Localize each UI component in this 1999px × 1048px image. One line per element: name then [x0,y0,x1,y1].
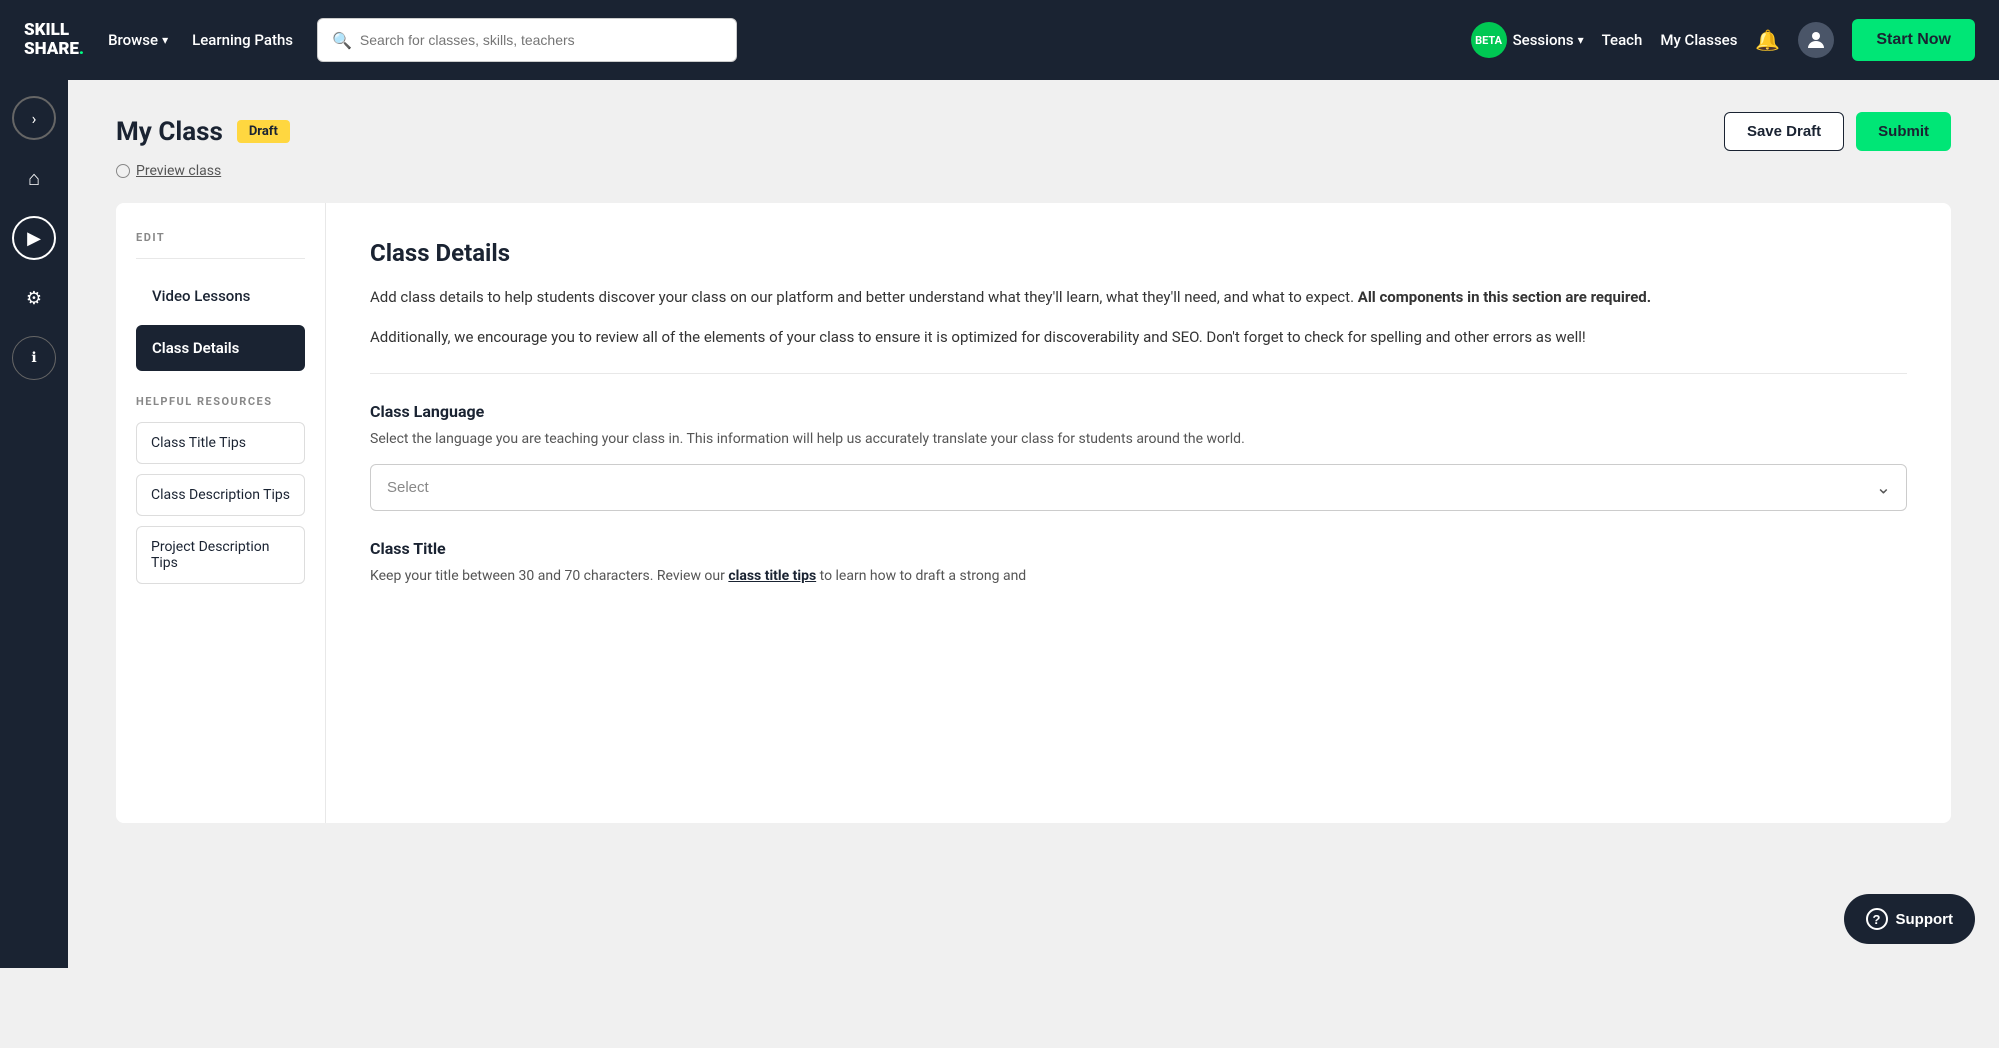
save-draft-button[interactable]: Save Draft [1724,112,1844,151]
title-field-desc: Keep your title between 30 and 70 charac… [370,566,1907,587]
project-description-tips-item[interactable]: Project Description Tips [136,526,305,584]
notification-bell-icon[interactable]: 🔔 [1755,28,1780,52]
main-content: My Class Draft Save Draft Submit Preview… [68,80,1999,968]
language-field-desc: Select the language you are teaching you… [370,429,1907,450]
sidebar-expand-icon[interactable]: › [12,96,56,140]
section-title: Class Details [370,239,1907,267]
class-language-field: Class Language Select the language you a… [370,402,1907,511]
submit-button[interactable]: Submit [1856,112,1951,151]
sidebar-home-icon[interactable]: ⌂ [12,156,56,200]
top-nav: SKILL SHaRe. Browse ▾ Learning Paths 🔍 B… [0,0,1999,80]
class-description-tips-item[interactable]: Class Description Tips [136,474,305,516]
title-field-label: Class Title [370,539,1907,558]
left-sidebar: › ⌂ ▶ ⚙ ℹ [0,80,68,968]
page-header: My Class Draft Save Draft Submit [116,112,1951,151]
logo-line1: SKILL [24,21,84,40]
language-field-label: Class Language [370,402,1907,421]
search-input[interactable] [360,32,722,48]
class-details-nav-item[interactable]: Class Details [136,325,305,371]
content-area: EDIT Video Lessons Class Details HELPFUL… [116,203,1951,823]
sidebar-settings-icon[interactable]: ⚙ [12,276,56,320]
section-description-2: Additionally, we encourage you to review… [370,325,1907,349]
edit-label: EDIT [136,231,305,244]
right-panel: Class Details Add class details to help … [326,203,1951,823]
language-select[interactable]: Select English Spanish French German [370,464,1907,511]
class-title-tips-item[interactable]: Class Title Tips [136,422,305,464]
sidebar-play-icon[interactable]: ▶ [12,216,56,260]
section-divider [370,373,1907,374]
edit-divider [136,258,305,259]
class-title-tips-link[interactable]: class title tips [728,568,816,584]
support-button[interactable]: ? Support [1844,894,1976,944]
section-description: Add class details to help students disco… [370,285,1907,309]
logo-line2: SHaRe. [24,40,84,59]
draft-badge: Draft [237,120,290,143]
sidebar-info-icon[interactable]: ℹ [12,336,56,380]
chevron-down-icon: ▾ [1578,33,1584,47]
sessions-group[interactable]: BETA Sessions ▾ [1471,22,1584,58]
nav-right: BETA Sessions ▾ Teach My Classes 🔔 Start… [1471,19,1975,61]
helpful-resources-label: HELPFUL RESOURCES [136,395,305,408]
chevron-down-icon: ▾ [162,33,168,47]
browse-nav[interactable]: Browse ▾ [108,31,168,49]
language-select-wrapper: Select English Spanish French German ⌄ [370,464,1907,511]
my-classes-nav[interactable]: My Classes [1660,31,1737,49]
support-icon: ? [1866,908,1888,930]
page-title-row: My Class Draft [116,117,290,147]
beta-badge: BETA [1471,22,1507,58]
support-label: Support [1896,911,1954,928]
preview-link-text: Preview class [136,163,221,179]
class-title-field: Class Title Keep your title between 30 a… [370,539,1907,587]
sessions-btn[interactable]: Sessions ▾ [1513,31,1584,49]
preview-circle-icon [116,164,130,178]
teach-nav[interactable]: Teach [1602,31,1643,49]
preview-class-link[interactable]: Preview class [116,163,1951,179]
left-panel: EDIT Video Lessons Class Details HELPFUL… [116,203,326,823]
search-icon: 🔍 [332,31,352,50]
avatar[interactable] [1798,22,1834,58]
page-title: My Class [116,117,223,147]
search-bar[interactable]: 🔍 [317,18,737,62]
header-buttons: Save Draft Submit [1724,112,1951,151]
logo[interactable]: SKILL SHaRe. [24,21,84,58]
video-lessons-nav-item[interactable]: Video Lessons [136,273,305,319]
start-now-button[interactable]: Start Now [1852,19,1975,61]
learning-paths-nav[interactable]: Learning Paths [192,31,293,49]
